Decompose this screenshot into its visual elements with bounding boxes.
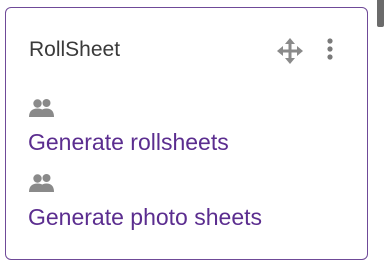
page: RollSheet Generate rollsheets Generate p… [0,0,384,274]
generate-photo-sheets-link[interactable]: Generate photo sheets [28,203,262,231]
move-arrows-icon[interactable] [276,37,304,65]
block-title: RollSheet [29,38,121,61]
list-item: Generate photo sheets [28,173,262,231]
scrollbar-thumb[interactable] [377,0,384,27]
kebab-menu-icon[interactable] [321,37,339,63]
users-icon [28,173,56,193]
users-icon [28,98,56,118]
list-item: Generate rollsheets [28,98,229,156]
generate-rollsheets-link[interactable]: Generate rollsheets [28,128,229,156]
rollsheet-block: RollSheet Generate rollsheets Generate p… [5,7,368,260]
